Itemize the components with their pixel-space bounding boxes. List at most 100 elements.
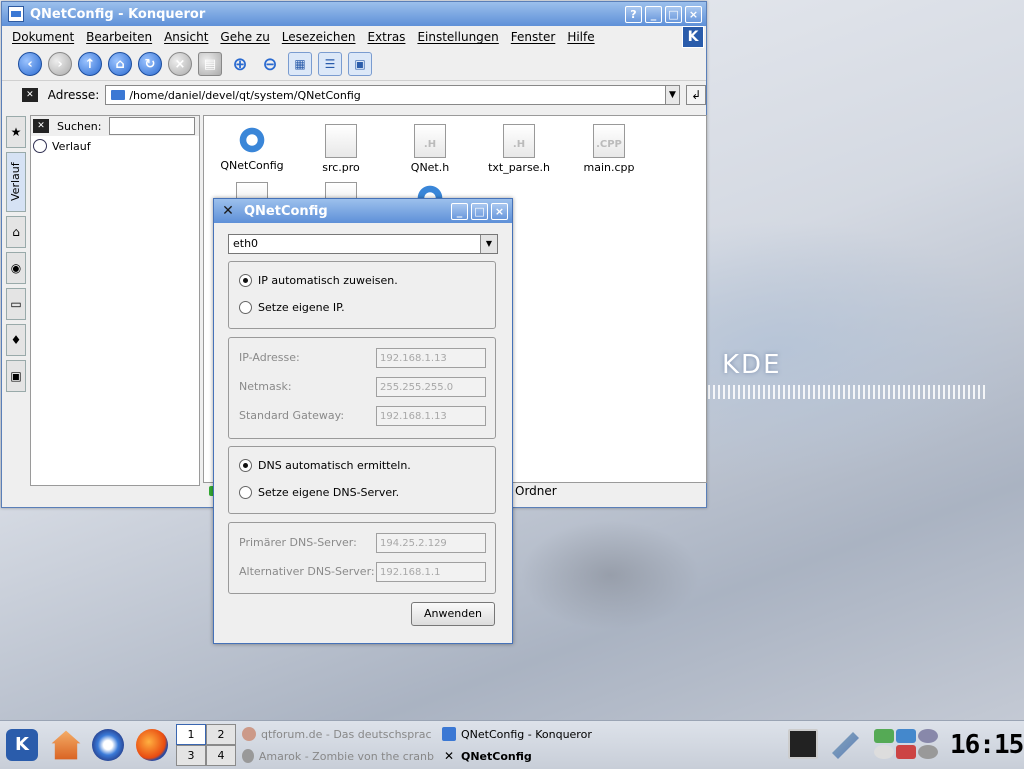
dns-auto-label: DNS automatisch ermitteln. [258,459,411,472]
network-tray-icon[interactable] [874,729,894,743]
dialog-close-button[interactable]: × [491,202,508,220]
settings-tool-icon[interactable] [832,732,859,759]
pager-desktop-1[interactable]: 1 [176,724,206,745]
services-tab-icon[interactable]: ♦ [6,324,26,356]
clear-search-icon[interactable]: ✕ [33,119,49,133]
konqueror-titlebar[interactable]: QNetConfig - Konqueror ? _ □ × [2,2,706,26]
task-qtforum[interactable]: qtforum.de - Das deutschsprac [242,727,434,741]
pager-desktop-2[interactable]: 2 [206,724,236,745]
address-bar: ✕ Adresse: /home/daniel/devel/qt/system/… [2,81,706,109]
go-button[interactable]: ↲ [686,85,706,105]
home-icon[interactable]: ⌂ [108,52,132,76]
tree-item-verlauf[interactable]: Verlauf [33,139,199,153]
dialog-titlebar[interactable]: ✕ QNetConfig _ □ × [214,199,512,223]
file-item[interactable]: .CPP main.cpp [564,124,654,174]
file-item[interactable]: QNetConfig [207,124,297,172]
wallpaper-stripes [708,385,988,399]
konqueror-app-icon[interactable] [8,6,24,22]
gateway-label: Standard Gateway: [239,409,345,422]
ip-auto-radio[interactable]: IP automatisch zuweisen. [239,274,398,287]
bookmarks-tab-icon[interactable]: ★ [6,116,26,148]
dns-alt-field[interactable] [376,562,486,582]
netmask-field[interactable] [376,377,486,397]
maximize-button[interactable]: □ [665,5,682,23]
help-button[interactable]: ? [625,5,642,23]
task-amarok[interactable]: Amarok - Zombie von the cranb [242,749,434,763]
menu-extras[interactable]: Extras [368,30,406,44]
apply-button[interactable]: Anwenden [411,602,495,626]
tab-verlauf[interactable]: Verlauf [6,152,26,212]
firefox-icon[interactable] [136,729,168,761]
menu-fenster[interactable]: Fenster [511,30,556,44]
list-view-icon[interactable]: ☰ [318,52,342,76]
clipboard-tray-icon[interactable] [918,729,938,743]
kmenu-icon[interactable]: K [6,729,38,761]
file-item[interactable]: .H txt_parse.h [474,124,564,174]
preview-icon[interactable]: ▣ [348,52,372,76]
task-konqueror[interactable]: QNetConfig - Konqueror [442,727,602,741]
volume-tray-icon[interactable] [918,745,938,759]
address-label: Adresse: [47,88,100,102]
zoom-out-icon[interactable]: ⊖ [258,52,282,76]
reload-icon[interactable]: ↻ [138,52,162,76]
up-icon[interactable]: ↑ [78,52,102,76]
address-input[interactable]: /home/daniel/devel/qt/system/QNetConfig [105,85,666,105]
menu-einstellungen[interactable]: Einstellungen [417,30,498,44]
folder-tab-icon[interactable]: ▭ [6,288,26,320]
pager-desktop-4[interactable]: 4 [206,745,236,766]
task-label: Amarok - Zombie von the cranb [258,749,434,763]
gateway-field[interactable] [376,406,486,426]
menu-hilfe[interactable]: Hilfe [567,30,594,44]
back-icon[interactable]: ‹ [18,52,42,76]
interface-select[interactable]: eth0 ▼ [228,234,498,254]
chevron-down-icon[interactable]: ▼ [480,235,497,253]
zoom-in-icon[interactable]: ⊕ [228,52,252,76]
radio-indicator[interactable] [239,301,252,314]
radio-indicator[interactable] [239,459,252,472]
alert-tray-icon[interactable] [896,745,916,759]
address-dropdown-button[interactable]: ▼ [664,85,681,105]
menu-lesezeichen[interactable]: Lesezeichen [282,30,356,44]
terminal-icon[interactable] [788,729,818,759]
file-item[interactable]: .H QNet.h [385,124,475,174]
devices-tab-icon[interactable]: ▣ [6,360,26,392]
dns-primary-label: Primärer DNS-Server: [239,536,357,549]
network-tab-icon[interactable]: ◉ [6,252,26,284]
menu-ansicht[interactable]: Ansicht [164,30,208,44]
address-value[interactable]: /home/daniel/devel/qt/system/QNetConfig [129,89,360,102]
clear-address-icon[interactable]: ✕ [22,88,38,102]
dialog-maximize-button[interactable]: □ [471,202,488,220]
cd-tray-icon[interactable] [874,745,894,759]
home-tab-icon[interactable]: ⌂ [6,216,26,248]
home-folder-icon[interactable] [51,730,81,760]
folder-icon [111,90,126,100]
dialog-minimize-button[interactable]: _ [451,202,468,220]
update-tray-icon[interactable] [896,729,916,743]
search-input[interactable] [109,117,196,135]
radio-indicator[interactable] [239,486,252,499]
minimize-button[interactable]: _ [645,5,662,23]
menu-dokument[interactable]: Dokument [12,30,74,44]
qnetconfig-dialog[interactable]: ✕ QNetConfig _ □ × eth0 ▼ IP automatisch… [213,198,513,644]
task-qnetconfig[interactable]: ✕ QNetConfig [442,749,602,763]
close-button[interactable]: × [685,5,702,23]
menu-gehe-zu[interactable]: Gehe zu [220,30,269,44]
task-label: qtforum.de - Das deutschsprac [261,727,432,741]
dns-auto-radio[interactable]: DNS automatisch ermitteln. [239,459,411,472]
search-label: Suchen: [57,119,102,133]
dns-manual-radio[interactable]: Setze eigene DNS-Server. [239,486,399,499]
ip-address-field[interactable] [376,348,486,368]
ip-manual-radio[interactable]: Setze eigene IP. [239,301,345,314]
konqueror-launcher-icon[interactable] [92,729,124,761]
menu-bearbeiten[interactable]: Bearbeiten [86,30,152,44]
radio-indicator[interactable] [239,274,252,287]
x-app-icon[interactable]: ✕ [220,203,236,219]
forward-icon[interactable]: › [48,52,72,76]
dns-primary-field[interactable] [376,533,486,553]
clock[interactable]: 16:15 [950,730,1024,760]
pager-desktop-3[interactable]: 3 [176,745,206,766]
stop-icon[interactable]: × [168,52,192,76]
icon-view-icon[interactable]: ▦ [288,52,312,76]
print-icon[interactable]: ▤ [198,52,222,76]
file-item[interactable]: src.pro [296,124,386,174]
